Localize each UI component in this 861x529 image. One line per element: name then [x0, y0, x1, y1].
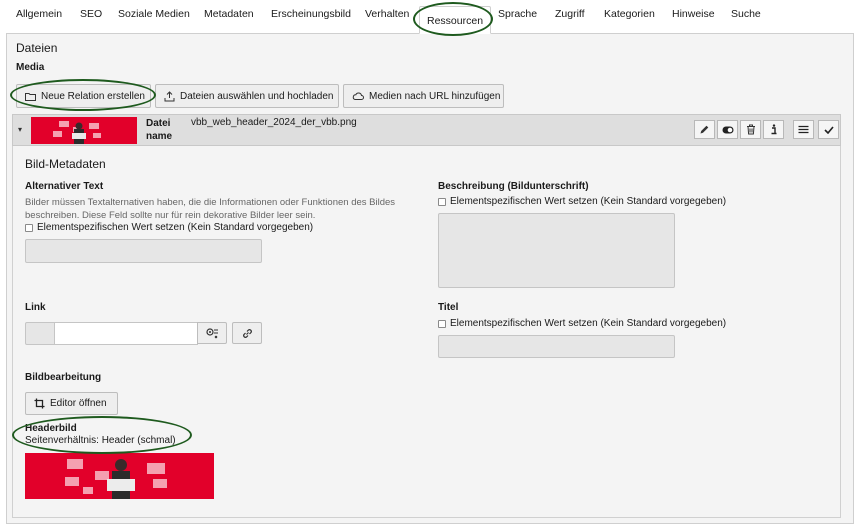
header-image-label: Headerbild [25, 423, 77, 434]
link-prefix [25, 322, 55, 345]
image-editing-label: Bildbearbeitung [25, 372, 102, 383]
file-name-label: Datei name [146, 118, 173, 142]
tab-allgemein[interactable]: Allgemein [16, 0, 62, 28]
alt-text-description: Bilder müssen Textalternativen haben, di… [25, 197, 396, 221]
tab-kategorien[interactable]: Kategorien [604, 0, 655, 28]
upload-label: Dateien auswählen und hochladen [180, 90, 334, 102]
link-open-button[interactable] [232, 322, 262, 344]
open-editor-label: Editor öffnen [50, 398, 107, 409]
add-url-label: Medien nach URL hinzufügen [369, 90, 501, 102]
check-icon [823, 125, 834, 134]
tab-erscheinungsbild[interactable]: Erscheinungsbild [271, 0, 351, 28]
file-name: vbb_web_header_2024_der_vbb.png [191, 117, 357, 128]
new-relation-button[interactable]: Neue Relation erstellen [16, 84, 151, 108]
confirm-button[interactable] [818, 120, 839, 139]
caption-textarea[interactable] [438, 213, 675, 288]
alt-text-input[interactable] [25, 239, 262, 263]
folder-icon [25, 92, 36, 101]
tab-suche[interactable]: Suche [731, 0, 761, 28]
drag-handle-button[interactable] [793, 120, 814, 139]
link-browser-icon [205, 327, 218, 338]
tab-hinweise[interactable]: Hinweise [672, 0, 715, 28]
tab-ressourcen[interactable]: Ressourcen [419, 6, 492, 34]
file-info-button[interactable] [763, 120, 784, 139]
alt-text-checkbox-label: Elementspezifischen Wert setzen (Kein St… [37, 222, 314, 233]
alt-text-checkbox[interactable] [25, 223, 33, 232]
menu-icon [798, 125, 809, 134]
caption-label: Beschreibung (Bildunterschrift) [438, 181, 589, 192]
link-label: Link [25, 302, 46, 313]
alt-text-label: Alternativer Text [25, 181, 104, 192]
upload-button[interactable]: Dateien auswählen und hochladen [155, 84, 339, 108]
caption-checkbox[interactable] [438, 197, 446, 206]
aspect-ratio-text: Seitenverhältnis: Header (schmal) [25, 435, 176, 446]
section-title: Dateien [16, 41, 58, 55]
add-url-button[interactable]: Medien nach URL hinzufügen [343, 84, 504, 108]
title-override[interactable]: Elementspezifischen Wert setzen (Kein St… [438, 318, 726, 329]
cloud-icon [352, 92, 364, 100]
caption-checkbox-label: Elementspezifischen Wert setzen (Kein St… [450, 196, 727, 207]
file-thumbnail [31, 117, 137, 144]
trash-icon [746, 124, 755, 135]
title-input[interactable] [438, 335, 675, 358]
chain-link-icon [242, 328, 252, 338]
link-input[interactable] [54, 322, 198, 345]
tab-sprache[interactable]: Sprache [498, 0, 537, 28]
edit-file-button[interactable] [694, 120, 715, 139]
link-browser-button[interactable] [197, 322, 227, 344]
chevron-down-icon[interactable]: ▾ [18, 125, 22, 134]
header-image-preview [25, 453, 214, 499]
open-editor-button[interactable]: Editor öffnen [25, 392, 118, 415]
title-field-label: Titel [438, 302, 459, 313]
info-icon [771, 124, 776, 135]
alt-text-override[interactable]: Elementspezifischen Wert setzen (Kein St… [25, 222, 313, 233]
toggle-icon [722, 126, 733, 133]
tab-metadaten[interactable]: Metadaten [204, 0, 254, 28]
tab-zugriff[interactable]: Zugriff [555, 0, 585, 28]
tab-verhalten[interactable]: Verhalten [365, 0, 409, 28]
upload-icon [164, 90, 175, 101]
metadata-title: Bild-Metadaten [25, 157, 106, 171]
new-relation-label: Neue Relation erstellen [41, 90, 145, 102]
caption-override[interactable]: Elementspezifischen Wert setzen (Kein St… [438, 196, 726, 207]
title-checkbox-label: Elementspezifischen Wert setzen (Kein St… [450, 318, 727, 329]
delete-file-button[interactable] [740, 120, 761, 139]
toggle-visibility-button[interactable] [717, 120, 738, 139]
section-subtitle: Media [16, 62, 45, 73]
tab-seo[interactable]: SEO [80, 0, 102, 28]
pencil-icon [700, 125, 709, 134]
tab-soziale-medien[interactable]: Soziale Medien [118, 0, 190, 28]
title-checkbox[interactable] [438, 319, 446, 328]
crop-icon [34, 398, 45, 409]
